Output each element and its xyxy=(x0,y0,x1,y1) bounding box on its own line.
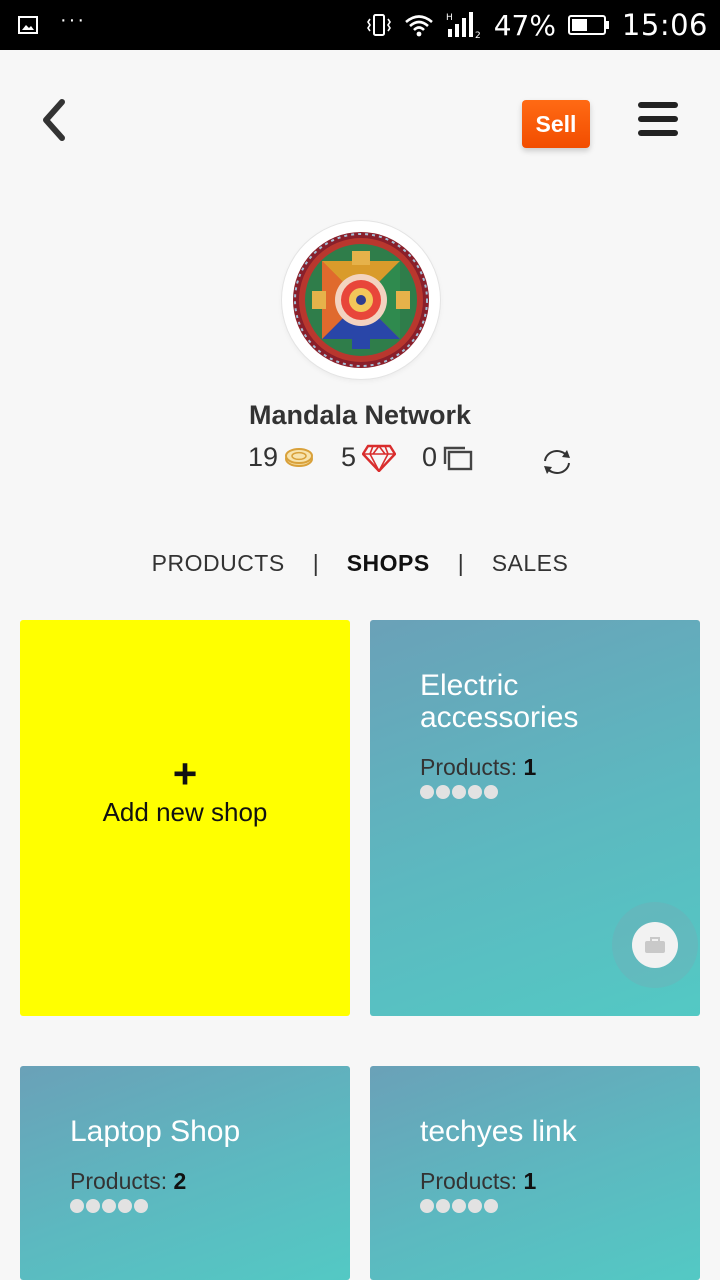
products-label: Products: xyxy=(420,754,518,780)
briefcase-icon xyxy=(645,937,665,953)
rating-dot xyxy=(118,1199,132,1213)
cards-icon xyxy=(443,446,473,470)
battery-icon xyxy=(567,15,609,35)
shop-name: techyes link xyxy=(420,1115,577,1148)
shop-owner-name: Mandala Network xyxy=(248,400,472,430)
tab-products[interactable]: PRODUCTS xyxy=(152,550,285,577)
shop-name: Laptop Shop xyxy=(70,1115,241,1148)
cards-stat: 0 xyxy=(422,442,473,473)
gems-stat: 5 xyxy=(341,442,397,473)
rating-dot xyxy=(484,1199,498,1213)
rating-dot xyxy=(468,1199,482,1213)
signal-icon: H 2 xyxy=(446,12,481,39)
rating-dots xyxy=(420,785,498,799)
coins-stat: 19 xyxy=(248,442,314,473)
more-dots-icon: ··· xyxy=(60,8,86,31)
rating-dot xyxy=(452,785,466,799)
hamburger-menu-icon xyxy=(638,102,678,136)
cards-count: 0 xyxy=(422,442,438,472)
stats-row: 19 5 0 xyxy=(0,442,720,486)
tab-sales[interactable]: SALES xyxy=(492,550,569,577)
products-count: 2 xyxy=(173,1168,187,1194)
status-bar: ··· H 2 47% 15:06 xyxy=(0,0,720,50)
products-count: 1 xyxy=(523,1168,537,1194)
rating-dot xyxy=(70,1199,84,1213)
tab-shops[interactable]: SHOPS xyxy=(347,550,430,577)
svg-text:H: H xyxy=(446,13,453,23)
products-label: Products: xyxy=(70,1168,168,1194)
rating-dot xyxy=(134,1199,148,1213)
gem-icon xyxy=(362,444,397,472)
add-new-shop-label: Add new shop xyxy=(102,797,268,827)
rating-dots xyxy=(420,1199,498,1213)
rating-dots xyxy=(70,1199,148,1213)
shop-card[interactable]: Electric accessories Products: 1 xyxy=(370,620,700,1016)
products-count: 1 xyxy=(523,754,537,780)
menu-button[interactable] xyxy=(638,102,678,140)
plus-icon: + xyxy=(172,750,198,797)
add-new-shop-card[interactable]: + Add new shop xyxy=(20,620,350,1016)
coins-count: 19 xyxy=(248,442,279,472)
rating-dot xyxy=(452,1199,466,1213)
clock: 15:06 xyxy=(621,8,708,42)
battery-percent: 47% xyxy=(493,8,556,42)
rating-dot xyxy=(484,785,498,799)
shop-products: Products: 1 xyxy=(420,1168,536,1195)
back-button[interactable] xyxy=(36,98,72,142)
refresh-button[interactable] xyxy=(540,446,574,478)
image-icon xyxy=(18,16,38,34)
rating-dot xyxy=(468,785,482,799)
rating-dot xyxy=(436,785,450,799)
tab-separator: | xyxy=(312,549,319,576)
svg-text:2: 2 xyxy=(475,31,481,39)
rating-dot xyxy=(86,1199,100,1213)
products-label: Products: xyxy=(420,1168,518,1194)
shop-name: Electric accessories xyxy=(420,669,579,734)
rating-dot xyxy=(102,1199,116,1213)
shop-card[interactable]: Laptop Shop Products: 2 xyxy=(20,1066,350,1280)
mandala-avatar xyxy=(293,232,429,368)
section-tabs: PRODUCTS | SHOPS | SALES xyxy=(0,543,720,583)
refresh-icon xyxy=(544,450,570,474)
gems-count: 5 xyxy=(341,442,357,472)
chevron-left-icon xyxy=(43,99,65,141)
shop-card[interactable]: techyes link Products: 1 xyxy=(370,1066,700,1280)
vibrate-icon xyxy=(366,14,391,36)
shop-products: Products: 2 xyxy=(70,1168,186,1195)
shop-products: Products: 1 xyxy=(420,754,536,781)
avatar[interactable] xyxy=(282,221,440,379)
coin-icon xyxy=(285,447,314,467)
rating-dot xyxy=(420,1199,434,1213)
rating-dot xyxy=(436,1199,450,1213)
wifi-icon xyxy=(404,15,433,37)
shop-bag-button[interactable] xyxy=(612,902,698,988)
tab-separator: | xyxy=(457,549,464,576)
rating-dot xyxy=(420,785,434,799)
sell-button[interactable]: Sell xyxy=(522,100,590,148)
top-bar: Sell xyxy=(0,50,720,200)
